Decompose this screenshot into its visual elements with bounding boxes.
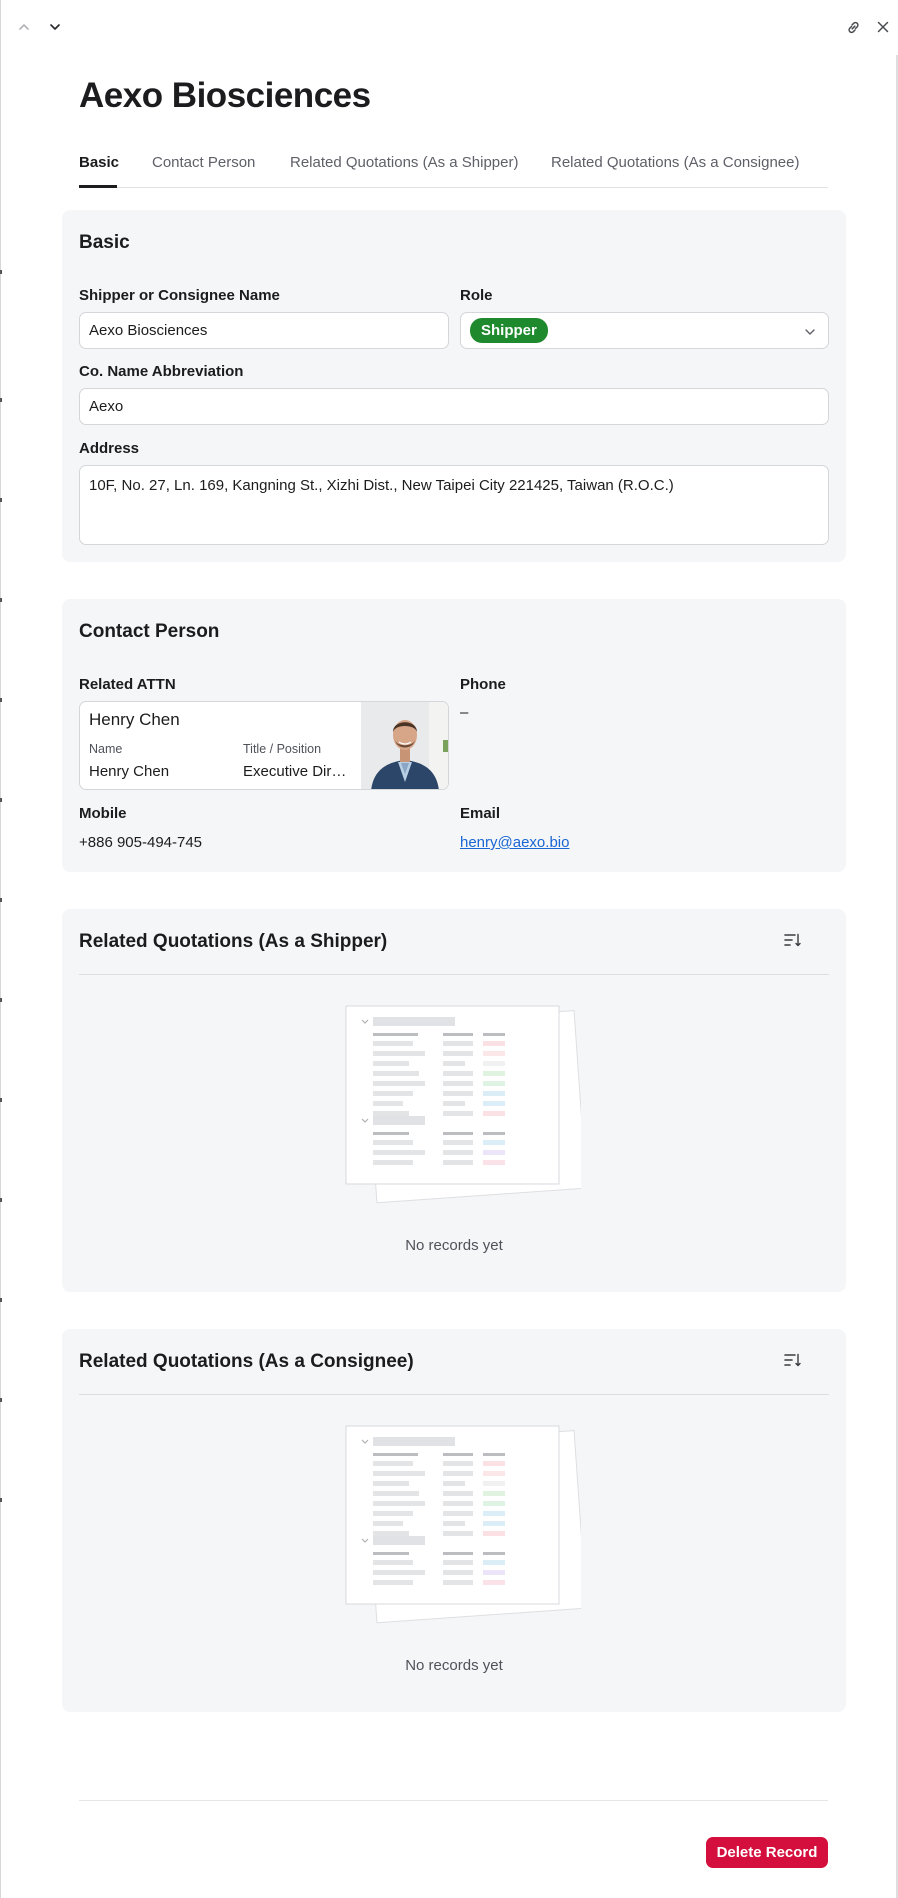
contact-name-label: Name <box>89 742 123 756</box>
phone-label: Phone <box>460 676 506 693</box>
section-title: Related Quotations (As a Shipper) <box>79 931 388 952</box>
link-icon <box>847 21 859 33</box>
related-attn-label: Related ATTN <box>79 676 176 693</box>
edge-tick <box>0 598 2 602</box>
empty-state-illustration <box>345 1425 581 1624</box>
empty-state-text: No records yet <box>405 1657 503 1674</box>
name-label: Shipper or Consignee Name <box>79 287 280 304</box>
tab-related-quotations-shipper[interactable]: Related Quotations (As a Shipper) <box>290 154 518 171</box>
contact-card-heading: Henry Chen <box>89 710 180 729</box>
address-field[interactable]: 10F, No. 27, Ln. 169, Kangning St., Xizh… <box>79 465 829 545</box>
phone-value: – <box>460 704 469 721</box>
edge-tick <box>0 798 2 802</box>
contact-position-value: Executive Dir… <box>243 763 347 780</box>
role-select[interactable]: Shipper <box>460 312 829 349</box>
footer-divider <box>79 1800 828 1801</box>
contact-name-value: Henry Chen <box>89 763 170 780</box>
section-title: Basic <box>79 232 130 253</box>
edge-tick <box>0 270 2 274</box>
window-left-edge <box>0 0 1 1898</box>
tab-basic[interactable]: Basic <box>79 154 119 171</box>
role-badge: Shipper <box>470 318 548 343</box>
edge-tick <box>0 1398 2 1402</box>
tab-bar: Basic Contact Person Related Quotations … <box>79 150 828 188</box>
edge-tick <box>0 1498 2 1502</box>
edge-tick <box>0 1298 2 1302</box>
page-title: Aexo Biosciences <box>79 76 371 115</box>
section-divider <box>79 974 829 975</box>
consignee-quotations-section: Related Quotations (As a Consignee) No r… <box>62 1329 846 1712</box>
edge-tick <box>0 998 2 1002</box>
edge-tick <box>0 398 2 402</box>
address-value: 10F, No. 27, Ln. 169, Kangning St., Xizh… <box>89 477 674 494</box>
copy-link-button[interactable] <box>842 16 864 38</box>
contact-person-section: Contact Person Related ATTN Henry Chen N… <box>62 599 846 872</box>
empty-state-text: No records yet <box>405 1237 503 1254</box>
sort-button[interactable] <box>777 925 807 955</box>
delete-record-button[interactable]: Delete Record <box>706 1837 828 1868</box>
email-label: Email <box>460 805 501 822</box>
next-record-button[interactable] <box>44 16 66 38</box>
shipper-quotations-section: Related Quotations (As a Shipper) No rec… <box>62 909 846 1292</box>
chevron-up-icon <box>19 24 29 30</box>
address-label: Address <box>79 440 140 457</box>
chevron-down-icon <box>805 329 815 335</box>
avatar <box>361 702 448 789</box>
sort-icon <box>783 933 801 947</box>
close-button[interactable] <box>872 16 894 38</box>
edge-tick <box>0 1198 2 1202</box>
edge-tick <box>0 898 2 902</box>
email-link[interactable]: henry@aexo.bio <box>460 834 569 851</box>
role-label: Role <box>460 287 493 304</box>
name-field[interactable]: Aexo Biosciences <box>79 312 449 349</box>
tab-related-quotations-consignee[interactable]: Related Quotations (As a Consignee) <box>551 154 799 171</box>
edge-tick <box>0 498 2 502</box>
sort-icon <box>783 1353 801 1367</box>
contact-card[interactable]: Henry Chen Name Henry Chen Title / Posit… <box>79 701 449 790</box>
previous-record-button[interactable] <box>13 16 35 38</box>
abbreviation-field[interactable]: Aexo <box>79 388 829 425</box>
active-tab-indicator <box>79 185 117 188</box>
chevron-down-icon <box>50 24 60 30</box>
close-icon <box>877 21 889 33</box>
sort-button[interactable] <box>777 1345 807 1375</box>
empty-state-illustration <box>345 1005 581 1204</box>
mobile-value: +886 905-494-745 <box>79 834 203 851</box>
abbreviation-value: Aexo <box>89 398 124 415</box>
abbreviation-label: Co. Name Abbreviation <box>79 363 244 380</box>
tab-contact-person[interactable]: Contact Person <box>152 154 255 171</box>
mobile-label: Mobile <box>79 805 127 822</box>
contact-position-label: Title / Position <box>243 742 322 756</box>
basic-section: Basic Shipper or Consignee Name Aexo Bio… <box>62 210 846 562</box>
section-title: Contact Person <box>79 621 220 642</box>
section-title: Related Quotations (As a Consignee) <box>79 1351 414 1372</box>
name-value: Aexo Biosciences <box>89 322 208 339</box>
edge-tick <box>0 1098 2 1102</box>
edge-tick <box>0 698 2 702</box>
section-divider <box>79 1394 829 1395</box>
